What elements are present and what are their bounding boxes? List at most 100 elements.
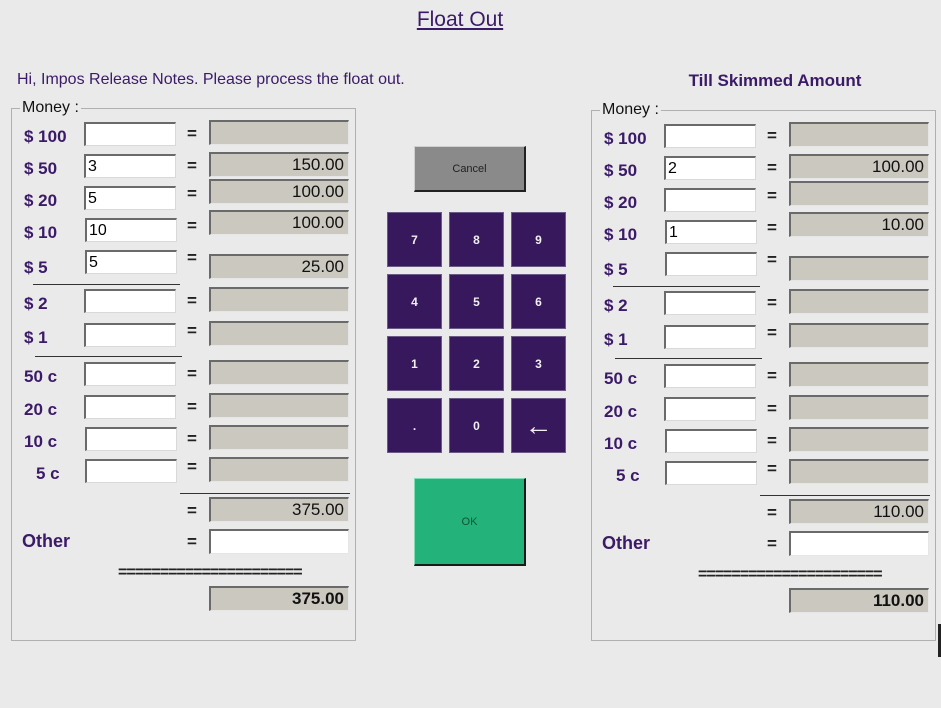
equals-sign: = xyxy=(187,124,197,143)
float-out-money-panel: Money : $ 100 = $ 50 = 150.00 $ 20 = 100.00 $ 10… xyxy=(11,99,356,641)
equals-sign: = xyxy=(187,397,197,416)
denomination-quantity-input[interactable] xyxy=(85,459,177,483)
keypad-key[interactable]: 7 xyxy=(387,212,442,267)
keypad-key[interactable]: 6 xyxy=(511,274,566,329)
equals-sign: = xyxy=(187,429,197,448)
denomination-label: $ 50 xyxy=(604,161,638,180)
denomination-amount-field: 100.00 xyxy=(209,210,349,235)
denomination-label: $ 1 xyxy=(24,328,48,347)
denomination-label: 20 c xyxy=(24,400,58,419)
denomination-quantity-input[interactable] xyxy=(84,323,176,347)
denomination-label: $ 100 xyxy=(604,129,647,148)
keypad-key[interactable]: . xyxy=(387,398,442,453)
denomination-label: 50 c xyxy=(24,367,58,386)
equals-sign: = xyxy=(187,321,197,340)
denomination-amount-field xyxy=(789,323,929,348)
denomination-quantity-input[interactable] xyxy=(665,461,757,485)
equals-sign: = xyxy=(767,186,777,205)
denomination-amount-field xyxy=(789,122,929,147)
denomination-quantity-input[interactable] xyxy=(664,124,756,148)
other-label: Other xyxy=(22,531,71,551)
equals-sign: = xyxy=(187,216,197,235)
denomination-quantity-input[interactable] xyxy=(664,364,756,388)
equals-sign: = xyxy=(187,248,197,267)
equals-sign: = xyxy=(767,459,777,478)
keypad-key[interactable]: 8 xyxy=(449,212,504,267)
keypad-key[interactable]: 0 xyxy=(449,398,504,453)
denomination-quantity-input[interactable] xyxy=(84,122,176,146)
denomination-quantity-input[interactable] xyxy=(664,156,756,180)
keypad-key[interactable]: 5 xyxy=(449,274,504,329)
grand-total-field: 375.00 xyxy=(209,586,349,611)
keypad-key[interactable]: 1 xyxy=(387,336,442,391)
subtotal-field: 110.00 xyxy=(789,499,929,524)
denomination-quantity-input[interactable] xyxy=(665,220,757,244)
denomination-quantity-input[interactable] xyxy=(665,252,757,276)
page-title: Float Out xyxy=(416,8,504,31)
equals-sign: = xyxy=(767,126,777,145)
denomination-amount-field: 150.00 xyxy=(209,152,349,177)
other-label: Other xyxy=(602,533,651,553)
denomination-amount-field xyxy=(209,425,349,450)
backspace-arrow-icon: ← xyxy=(524,409,553,441)
grand-total-field: 110.00 xyxy=(789,588,929,613)
equals-sign: = xyxy=(767,534,777,553)
denomination-amount-field: 100.00 xyxy=(789,154,929,179)
denomination-amount-field xyxy=(209,360,349,385)
denomination-amount-field xyxy=(209,321,349,346)
denomination-quantity-input[interactable] xyxy=(664,325,756,349)
denomination-quantity-input[interactable] xyxy=(84,186,176,210)
denomination-amount-field xyxy=(789,427,929,452)
ok-button[interactable]: OK xyxy=(414,478,526,566)
denomination-amount-field xyxy=(789,459,929,484)
denomination-label: 5 c xyxy=(616,466,640,485)
till-skimmed-heading: Till Skimmed Amount xyxy=(688,71,862,90)
equals-sign: = xyxy=(187,184,197,203)
till-skimmed-money-panel: Money : $ 100 = $ 50 = 100.00 $ 20 = $ 10 = 10.00… xyxy=(591,101,936,641)
denomination-amount-field xyxy=(789,362,929,387)
other-amount-input[interactable] xyxy=(209,529,349,554)
denomination-quantity-input[interactable] xyxy=(85,250,177,274)
equals-sign: = xyxy=(767,293,777,312)
equals-sign: = xyxy=(767,250,777,269)
denomination-quantity-input[interactable] xyxy=(84,154,176,178)
denomination-quantity-input[interactable] xyxy=(665,429,757,453)
section-divider xyxy=(615,358,762,359)
cancel-button[interactable]: Cancel xyxy=(414,146,526,192)
keypad-key[interactable]: 2 xyxy=(449,336,504,391)
subtotal-divider xyxy=(760,495,930,496)
equals-sign: = xyxy=(767,503,777,522)
other-amount-input[interactable] xyxy=(789,531,929,556)
denomination-label: $ 20 xyxy=(604,193,638,212)
denomination-label: $ 2 xyxy=(604,296,628,315)
denomination-quantity-input[interactable] xyxy=(84,362,176,386)
denomination-quantity-input[interactable] xyxy=(84,395,176,419)
greeting-text: Hi, Impos Release Notes. Please process … xyxy=(17,71,405,88)
equals-sign: = xyxy=(767,366,777,385)
denomination-label: 20 c xyxy=(604,402,638,421)
denomination-label: $ 1 xyxy=(604,330,628,349)
section-divider xyxy=(35,356,182,357)
keypad-key[interactable]: 9 xyxy=(511,212,566,267)
denomination-label: $ 50 xyxy=(24,159,58,178)
denomination-quantity-input[interactable] xyxy=(84,289,176,313)
panel-legend: Money : xyxy=(20,99,81,117)
denomination-quantity-input[interactable] xyxy=(664,188,756,212)
denomination-label: $ 5 xyxy=(604,260,628,279)
equals-sign: = xyxy=(767,431,777,450)
denomination-amount-field xyxy=(209,393,349,418)
denomination-amount-field xyxy=(789,395,929,420)
denomination-quantity-input[interactable] xyxy=(85,218,177,242)
equals-sign: = xyxy=(187,501,197,520)
denomination-quantity-input[interactable] xyxy=(85,427,177,451)
equals-sign: = xyxy=(187,291,197,310)
denomination-amount-field xyxy=(209,287,349,312)
denomination-quantity-input[interactable] xyxy=(664,291,756,315)
keypad-key[interactable]: 4 xyxy=(387,274,442,329)
denomination-amount-field: 100.00 xyxy=(209,179,349,204)
subtotal-divider xyxy=(180,493,350,494)
denomination-quantity-input[interactable] xyxy=(664,397,756,421)
keypad-key[interactable]: 3 xyxy=(511,336,566,391)
denomination-amount-field xyxy=(789,181,929,206)
backspace-key[interactable]: ← xyxy=(511,398,566,453)
